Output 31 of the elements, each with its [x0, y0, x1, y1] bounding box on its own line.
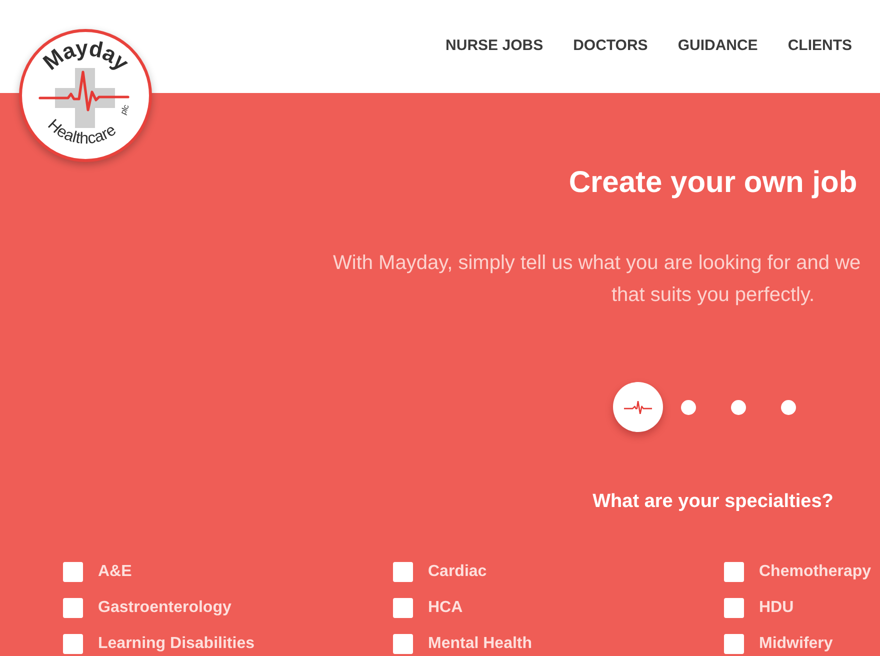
checkbox-label[interactable]: A&E — [98, 562, 132, 582]
checkbox[interactable] — [63, 598, 83, 618]
checkbox[interactable] — [393, 562, 413, 582]
checkbox-label[interactable]: Mental Health — [428, 634, 532, 654]
section-heading: What are your specialties? — [592, 490, 834, 514]
checkbox[interactable] — [393, 634, 413, 654]
brand-name: Mayday — [38, 35, 134, 76]
checkbox[interactable] — [63, 634, 83, 654]
checkbox-label[interactable]: Midwifery — [759, 634, 833, 654]
checkbox[interactable] — [724, 562, 744, 582]
nav-link[interactable]: NURSE JOBS — [446, 35, 544, 58]
checkbox[interactable] — [724, 598, 744, 618]
checkbox[interactable] — [63, 562, 83, 582]
checkbox-label[interactable]: Learning Disabilities — [98, 634, 254, 654]
brand-suffix: plc — [118, 104, 131, 116]
nav-link[interactable]: GUIDANCE — [678, 35, 758, 58]
nav-link[interactable]: DOCTORS — [573, 35, 648, 58]
page-heading: Create your own job — [568, 165, 858, 201]
checkbox-label[interactable]: Gastroenterology — [98, 598, 232, 618]
intro-text: With Mayday, simply tell us what you are looking for and we — [333, 251, 862, 276]
checkbox[interactable] — [724, 634, 744, 654]
checkbox-label[interactable]: Chemotherapy — [759, 562, 872, 582]
nav-link[interactable]: CLIENTS — [788, 35, 852, 58]
checkbox[interactable] — [393, 598, 413, 618]
intro-text: that suits you perfectly. — [611, 283, 815, 308]
step-indicator[interactable] — [613, 382, 663, 432]
checkbox-label[interactable]: Cardiac — [428, 562, 487, 582]
brand-subtitle: Healthcare — [44, 116, 120, 148]
heartbeat-icon — [624, 400, 652, 414]
checkbox-label[interactable]: HDU — [759, 598, 794, 618]
checkbox-label[interactable]: HCA — [428, 598, 463, 618]
